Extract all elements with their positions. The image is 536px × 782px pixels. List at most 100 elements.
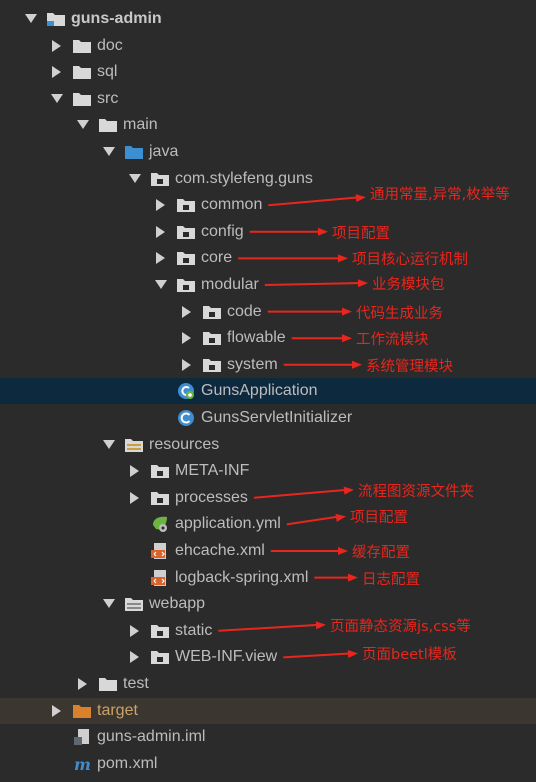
folder-icon [73,64,91,80]
tree-item-system[interactable]: system [0,352,536,378]
tree-item-label: flowable [227,329,286,347]
package-icon [151,171,169,187]
expanded-arrow-icon[interactable] [102,597,116,611]
tree-item-java[interactable]: java [0,139,536,165]
folder-icon [73,91,91,107]
tree-item-guns-admin-iml[interactable]: guns-admin.iml [0,724,536,750]
tree-item-flowable[interactable]: flowable [0,325,536,351]
expanded-arrow-icon[interactable] [128,172,142,186]
package-icon [177,250,195,266]
annotation-note: 项目核心运行机制 [352,252,468,269]
tree-item-label: code [227,302,262,320]
tree-item-label: webapp [149,595,206,613]
tree-item-label: java [149,143,179,160]
tree-item-label: guns-admin.iml [97,728,206,746]
module-folder-icon [47,11,65,27]
tree-item-doc[interactable]: doc [0,33,536,59]
project-tree: guns-admin doc sql src main java com.stylefeng… [0,0,536,782]
collapsed-arrow-icon[interactable] [180,358,194,372]
tree-item-code[interactable]: code [0,299,536,325]
expanded-arrow-icon[interactable] [24,12,38,26]
annotation-note: 通用常量,异常,枚举等 [370,187,510,204]
tree-item-label: src [97,89,119,107]
tree-item-label: WEB-INF.view [175,648,278,666]
package-icon [151,463,169,479]
expanded-arrow-icon[interactable] [154,278,168,292]
tree-item-label: modular [201,276,259,293]
tree-item-label: META-INF [175,462,250,480]
collapsed-arrow-icon[interactable] [154,198,168,212]
tree-item-label: doc [97,36,123,54]
tree-item-application-yml[interactable]: application.yml [0,511,536,537]
annotation-note: 流程图资源文件夹 [358,483,474,500]
collapsed-arrow-icon[interactable] [50,704,64,718]
package-icon [177,197,195,213]
folder-icon [99,676,117,692]
collapsed-arrow-icon[interactable] [128,650,142,664]
annotation-note: 工作流模块 [356,332,429,349]
xml-file-icon [151,569,169,586]
resources-folder-icon [125,437,143,453]
maven-pom-icon: m [73,755,91,773]
expanded-arrow-icon[interactable] [76,118,90,132]
package-icon [203,357,221,373]
tree-item-guns-servlet-initializer[interactable]: GunsServletInitializer [0,405,536,431]
package-icon [203,304,221,320]
tree-item-src[interactable]: src [0,86,536,112]
collapsed-arrow-icon[interactable] [128,491,142,505]
annotation-note: 项目配置 [350,510,408,527]
annotation-note: 业务模块包 [372,277,445,293]
tree-item-label: pom.xml [97,754,158,772]
tree-item-pom-xml[interactable]: m pom.xml [0,751,536,777]
tree-item-label: main [123,116,158,134]
tree-item-label: ehcache.xml [175,542,265,559]
package-icon [151,623,169,639]
tree-item-logback-spring-xml[interactable]: logback-spring.xml [0,565,536,591]
collapsed-arrow-icon[interactable] [50,65,64,79]
package-icon [177,277,195,293]
annotation-note: 缓存配置 [352,545,410,561]
tree-item-sql[interactable]: sql [0,59,536,85]
annotation-note: 系统管理模块 [366,358,453,375]
tree-item-label: processes [175,488,248,506]
collapsed-arrow-icon[interactable] [154,225,168,239]
collapsed-arrow-icon[interactable] [154,251,168,265]
collapsed-arrow-icon[interactable] [128,464,142,478]
annotation-note: 页面静态资源js,css等 [330,618,471,635]
iml-file-icon [73,729,91,746]
folder-icon [99,117,117,133]
tree-item-main[interactable]: main [0,112,536,138]
tree-item-label: common [201,196,263,214]
spring-yml-icon [151,516,169,533]
expanded-arrow-icon[interactable] [50,92,64,106]
tree-item-config[interactable]: config [0,219,536,245]
tree-item-label: application.yml [175,515,281,533]
package-icon [177,224,195,240]
tree-item-label: sql [97,63,118,81]
package-icon [203,330,221,346]
tree-item-guns-application[interactable]: GunsApplication [0,378,536,405]
tree-item-webapp[interactable]: webapp [0,591,536,617]
collapsed-arrow-icon[interactable] [180,305,194,319]
tree-item-label: GunsApplication [201,382,318,400]
tree-item-label: guns-admin [71,10,162,27]
spring-boot-class-icon [177,383,195,400]
tree-item-test[interactable]: test [0,671,536,697]
expanded-arrow-icon[interactable] [102,438,116,452]
collapsed-arrow-icon[interactable] [50,39,64,53]
svg-text:m: m [74,755,91,773]
collapsed-arrow-icon[interactable] [180,331,194,345]
tree-item-modular[interactable]: modular [0,272,536,298]
web-folder-icon [125,596,143,612]
collapsed-arrow-icon[interactable] [76,677,90,691]
folder-icon [73,38,91,54]
collapsed-arrow-icon[interactable] [128,624,142,638]
tree-item-label: logback-spring.xml [175,568,309,586]
tree-item-target[interactable]: target [0,697,536,724]
tree-item-resources[interactable]: resources [0,432,536,458]
annotation-note: 日志配置 [362,571,420,588]
tree-item-guns-admin[interactable]: guns-admin [0,6,536,32]
tree-item-label: test [123,675,149,692]
tree-item-ehcache-xml[interactable]: ehcache.xml [0,538,536,564]
expanded-arrow-icon[interactable] [102,145,116,159]
